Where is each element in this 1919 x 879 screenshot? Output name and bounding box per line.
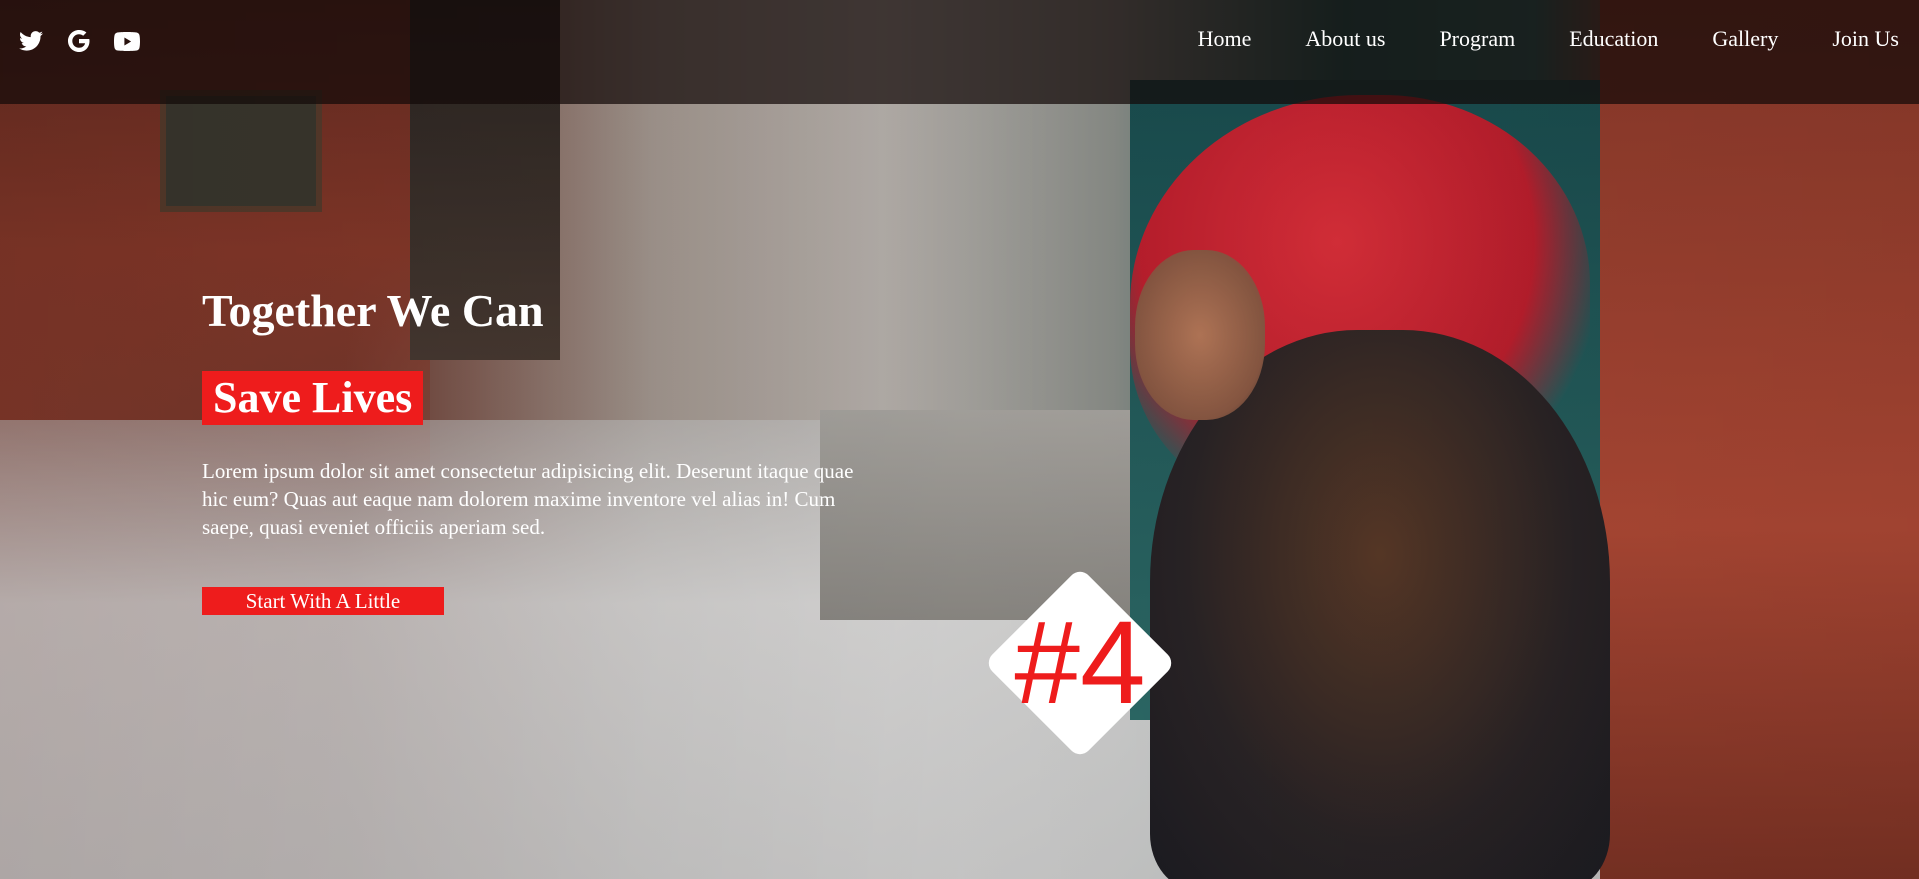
social-links <box>18 28 140 54</box>
nav-education[interactable]: Education <box>1569 26 1658 52</box>
nav-gallery[interactable]: Gallery <box>1712 26 1778 52</box>
hero-highlight: Save Lives <box>202 371 424 425</box>
hero-description: Lorem ipsum dolor sit amet consectetur a… <box>202 459 854 539</box>
google-icon[interactable] <box>66 28 92 54</box>
top-navigation-bar: Home About us Program Education Gallery … <box>0 0 1919 104</box>
badge-number: #4 <box>1014 597 1146 729</box>
youtube-icon[interactable] <box>114 28 140 54</box>
twitter-icon[interactable] <box>18 28 44 54</box>
hero-content: Together We Can Save Lives Lorem ipsum d… <box>202 285 902 615</box>
main-nav: Home About us Program Education Gallery … <box>1198 26 1899 52</box>
nav-home[interactable]: Home <box>1198 26 1252 52</box>
nav-join-us[interactable]: Join Us <box>1832 26 1899 52</box>
number-badge: #4 <box>983 566 1177 760</box>
nav-about-us[interactable]: About us <box>1305 26 1385 52</box>
hero-title: Together We Can <box>202 285 544 336</box>
start-with-a-little-button[interactable]: Start With A Little <box>202 587 444 615</box>
nav-program[interactable]: Program <box>1439 26 1515 52</box>
